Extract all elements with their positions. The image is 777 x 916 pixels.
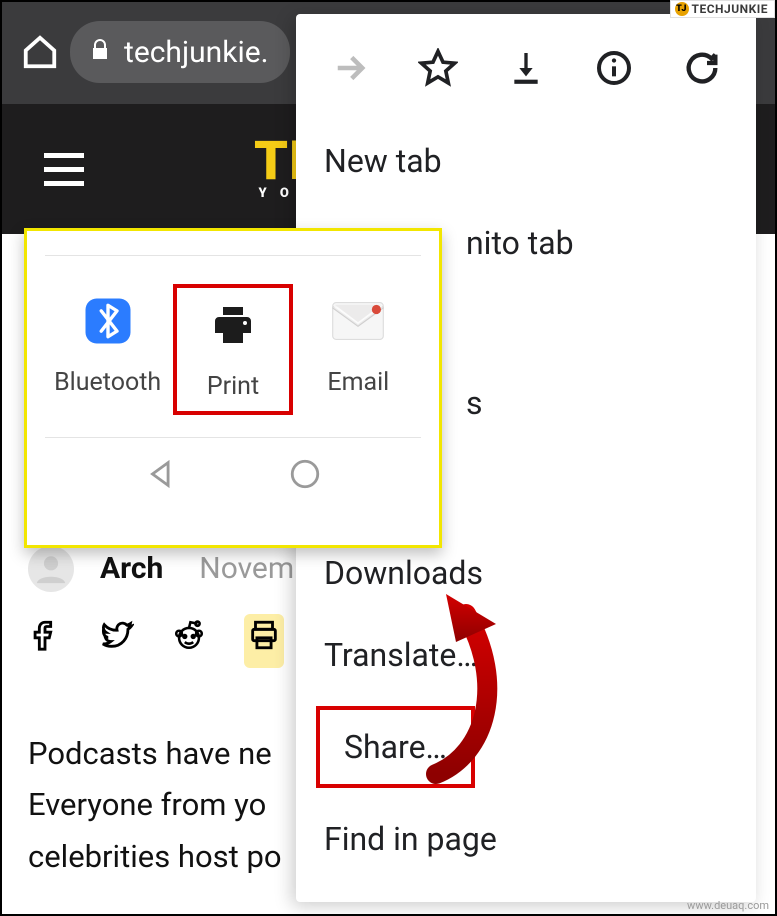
menu-button[interactable]	[44, 153, 84, 186]
twitter-icon[interactable]	[100, 615, 134, 668]
menu-new-tab[interactable]: New tab	[296, 120, 756, 202]
download-icon[interactable]	[500, 42, 552, 94]
publish-date: Novem	[199, 544, 294, 594]
facebook-icon[interactable]	[28, 615, 62, 668]
share-bluetooth[interactable]: Bluetooth	[48, 284, 168, 415]
menu-translate[interactable]: Translate…	[296, 614, 756, 696]
forward-icon[interactable]	[324, 42, 376, 94]
reload-icon[interactable]	[676, 42, 728, 94]
share-print[interactable]: Print	[173, 284, 293, 415]
avatar	[28, 546, 74, 592]
url-bar[interactable]: techjunkie.	[70, 21, 290, 83]
home-button[interactable]	[16, 28, 64, 76]
back-triangle-icon[interactable]	[144, 457, 178, 495]
lock-icon	[88, 35, 112, 70]
bookmark-star-icon[interactable]	[412, 42, 464, 94]
share-sheet: Bluetooth Print Email	[24, 228, 442, 548]
info-icon[interactable]	[588, 42, 640, 94]
author-name[interactable]: Arch	[100, 544, 163, 594]
share-nav-bar	[45, 437, 421, 513]
email-icon	[329, 292, 387, 350]
menu-icon-row	[296, 26, 756, 120]
watermark-bottom: www.deuaq.com	[687, 899, 769, 912]
url-text: techjunkie.	[124, 35, 269, 70]
share-email[interactable]: Email	[298, 284, 418, 415]
circle-nav-icon[interactable]	[288, 457, 322, 495]
watermark-top: TJTECHJUNKIE	[670, 0, 775, 18]
menu-share[interactable]: Share…	[296, 696, 756, 798]
reddit-icon[interactable]	[172, 615, 206, 668]
bluetooth-icon	[79, 292, 137, 350]
print-icon[interactable]	[244, 614, 284, 669]
printer-icon	[204, 296, 262, 354]
menu-find-in-page[interactable]: Find in page	[296, 798, 756, 880]
